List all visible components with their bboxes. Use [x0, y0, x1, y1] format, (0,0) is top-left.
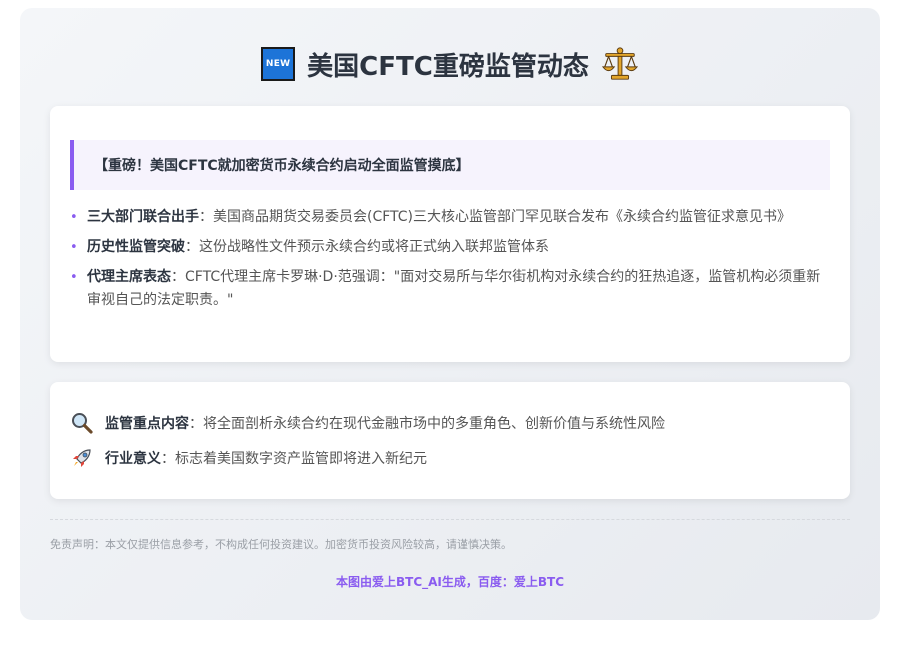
list-item: • 历史性监管突破：这份战略性文件预示永续合约或将正式纳入联邦监管体系 — [70, 236, 832, 259]
bullet-label: 三大部门联合出手 — [87, 209, 199, 225]
divider — [50, 519, 850, 520]
bullet-dot-icon: • — [70, 210, 78, 225]
poster-frame: NEW 美国CFTC重磅监管动态 【重磅！美国CFTC就加密货币永续合约启动全面… — [20, 8, 880, 620]
list-item: • 三大部门联合出手：美国商品期货交易委员会(CFTC)三大核心监管部门罕见联合… — [70, 206, 832, 229]
headline-banner: 【重磅！美国CFTC就加密货币永续合约启动全面监管摸底】 — [70, 140, 830, 190]
disclaimer-text: 免责声明：本文仅提供信息参考，不构成任何投资建议。加密货币投资风险较高，请谨慎决… — [50, 538, 512, 551]
news-card: 【重磅！美国CFTC就加密货币永续合约启动全面监管摸底】 • 三大部门联合出手：… — [50, 106, 850, 362]
rocket-icon — [73, 449, 91, 467]
bullet-label: 历史性监管突破 — [87, 239, 185, 255]
focus-text: ：将全面剖析永续合约在现代金融市场中的多重角色、创新价值与系统性风险 — [189, 416, 665, 432]
bullet-text: ：CFTC代理主席卡罗琳·D·范强调："面对交易所与华尔街机构对永续合约的狂热追… — [87, 269, 821, 308]
bullet-label: 代理主席表态 — [87, 269, 171, 285]
significance-label: 行业意义 — [105, 451, 161, 467]
significance-row: 行业意义 ：标志着美国数字资产监管即将进入新纪元 — [70, 445, 427, 471]
balance-scale-icon — [601, 47, 638, 80]
new-badge-text: NEW — [265, 59, 291, 69]
bullet-dot-icon: • — [70, 270, 78, 285]
new-badge-icon: NEW — [261, 47, 296, 81]
focus-label: 监管重点内容 — [105, 416, 189, 432]
significance-text: ：标志着美国数字资产监管即将进入新纪元 — [161, 451, 427, 467]
headline-text: 【重磅！美国CFTC就加密货币永续合约启动全面监管摸底】 — [94, 158, 470, 174]
bullet-text: ：美国商品期货交易委员会(CFTC)三大核心监管部门罕见联合发布《永续合约监管征… — [199, 209, 792, 225]
focus-card: 监管重点内容 ：将全面剖析永续合约在现代金融市场中的多重角色、创新价值与系统性风险… — [50, 382, 850, 499]
footer-credit: 本图由爱上BTC_AI生成，百度：爱上BTC — [335, 575, 565, 589]
header: NEW 美国CFTC重磅监管动态 — [20, 44, 880, 84]
page-title: 美国CFTC重磅监管动态 — [307, 51, 589, 82]
magnifying-glass-icon — [72, 413, 93, 434]
bullet-dot-icon: • — [70, 240, 78, 255]
bullet-list: • 三大部门联合出手：美国商品期货交易委员会(CFTC)三大核心监管部门罕见联合… — [70, 206, 832, 319]
list-item: • 代理主席表态：CFTC代理主席卡罗琳·D·范强调："面对交易所与华尔街机构对… — [70, 266, 832, 312]
focus-row: 监管重点内容 ：将全面剖析永续合约在现代金融市场中的多重角色、创新价值与系统性风险 — [70, 410, 665, 436]
bullet-text: ：这份战略性文件预示永续合约或将正式纳入联邦监管体系 — [185, 239, 549, 255]
